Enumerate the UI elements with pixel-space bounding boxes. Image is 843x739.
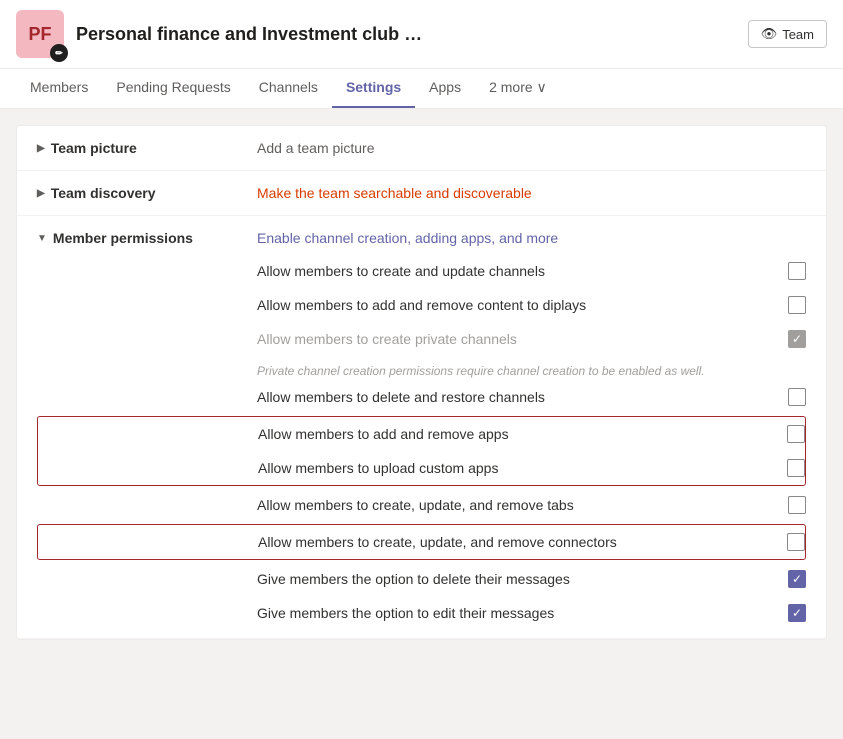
perm-checkbox-connectors[interactable] [787, 533, 805, 551]
member-permissions-header: ▼ Member permissions Enable channel crea… [17, 216, 826, 254]
perm-checkbox-private-channels[interactable]: ✓ [788, 330, 806, 348]
perm-checkbox-edit-messages[interactable]: ✓ [788, 604, 806, 622]
team-picture-label: ▶ Team picture [37, 140, 257, 156]
header: PF ✏ Personal finance and Investment clu… [0, 0, 843, 69]
team-picture-content: Add a team picture [257, 140, 806, 156]
perm-checkbox-delete-channels[interactable] [788, 388, 806, 406]
tab-more[interactable]: 2 more ∨ [475, 69, 561, 108]
page-title: Personal finance and Investment club … [76, 24, 736, 45]
perm-row-note: Private channel creation permissions req… [37, 356, 806, 380]
team-discovery-content[interactable]: Make the team searchable and discoverabl… [257, 185, 806, 201]
perm-row-edit-messages: Give members the option to edit their me… [37, 596, 806, 630]
avatar: PF ✏ [16, 10, 64, 58]
perm-highlight-apps-group: Allow members to add and remove apps All… [37, 416, 806, 486]
perm-label-add-remove-content: Allow members to add and remove content … [257, 297, 788, 313]
perm-label-delete-channels: Allow members to delete and restore chan… [257, 389, 788, 405]
team-button[interactable]: 👁 Team [748, 20, 827, 48]
chevron-right-icon[interactable]: ▶ [37, 143, 45, 154]
perm-checkbox-delete-messages[interactable]: ✓ [788, 570, 806, 588]
tab-pending-requests[interactable]: Pending Requests [102, 69, 244, 108]
perm-checkbox-add-remove-apps[interactable] [787, 425, 805, 443]
perm-label-private-channels: Allow members to create private channels [257, 331, 788, 347]
perm-checkbox-upload-custom-apps[interactable] [787, 459, 805, 477]
perm-checkbox-add-remove-content[interactable] [788, 296, 806, 314]
perm-row-tabs: Allow members to create, update, and rem… [37, 488, 806, 522]
perm-label-create-channels: Allow members to create and update chann… [257, 263, 788, 279]
perm-label-add-remove-apps: Allow members to add and remove apps [258, 426, 787, 442]
member-permissions-section: ▼ Member permissions Enable channel crea… [17, 216, 826, 639]
member-permissions-label: ▼ Member permissions [37, 230, 257, 246]
nav-tabs: Members Pending Requests Channels Settin… [0, 69, 843, 109]
perm-label-delete-messages: Give members the option to delete their … [257, 571, 788, 587]
tab-settings[interactable]: Settings [332, 69, 415, 108]
chevron-down-icon[interactable]: ▼ [37, 233, 47, 244]
perm-row-add-remove-apps: Allow members to add and remove apps [38, 417, 805, 451]
tab-channels[interactable]: Channels [245, 69, 332, 108]
avatar-edit-icon[interactable]: ✏ [50, 44, 68, 62]
perm-label-edit-messages: Give members the option to edit their me… [257, 605, 788, 621]
perm-row-delete-messages: Give members the option to delete their … [37, 562, 806, 596]
eye-icon: 👁 [761, 26, 778, 42]
perm-row-create-channels: Allow members to create and update chann… [37, 254, 806, 288]
member-permissions-subtitle[interactable]: Enable channel creation, adding apps, an… [257, 230, 806, 246]
chevron-right-icon-2[interactable]: ▶ [37, 188, 45, 199]
tab-members[interactable]: Members [16, 69, 102, 108]
perm-row-delete-channels: Allow members to delete and restore chan… [37, 380, 806, 414]
perm-label-connectors: Allow members to create, update, and rem… [258, 534, 787, 550]
perm-row-upload-custom-apps: Allow members to upload custom apps [38, 451, 805, 485]
perm-row-private-channels: Allow members to create private channels… [37, 322, 806, 356]
perm-label-tabs: Allow members to create, update, and rem… [257, 497, 788, 513]
team-picture-section: ▶ Team picture Add a team picture [17, 126, 826, 171]
settings-content: ▶ Team picture Add a team picture ▶ Team… [16, 125, 827, 640]
perm-row-connectors: Allow members to create, update, and rem… [38, 525, 805, 559]
permissions-list: Allow members to create and update chann… [17, 254, 826, 638]
perm-checkbox-tabs[interactable] [788, 496, 806, 514]
perm-highlight-connectors: Allow members to create, update, and rem… [37, 524, 806, 560]
perm-checkbox-create-channels[interactable] [788, 262, 806, 280]
perm-label-upload-custom-apps: Allow members to upload custom apps [258, 460, 787, 476]
perm-note-private-channels: Private channel creation permissions req… [257, 364, 806, 378]
team-discovery-label: ▶ Team discovery [37, 185, 257, 201]
team-discovery-section: ▶ Team discovery Make the team searchabl… [17, 171, 826, 216]
perm-row-add-remove-content: Allow members to add and remove content … [37, 288, 806, 322]
tab-apps[interactable]: Apps [415, 69, 475, 108]
